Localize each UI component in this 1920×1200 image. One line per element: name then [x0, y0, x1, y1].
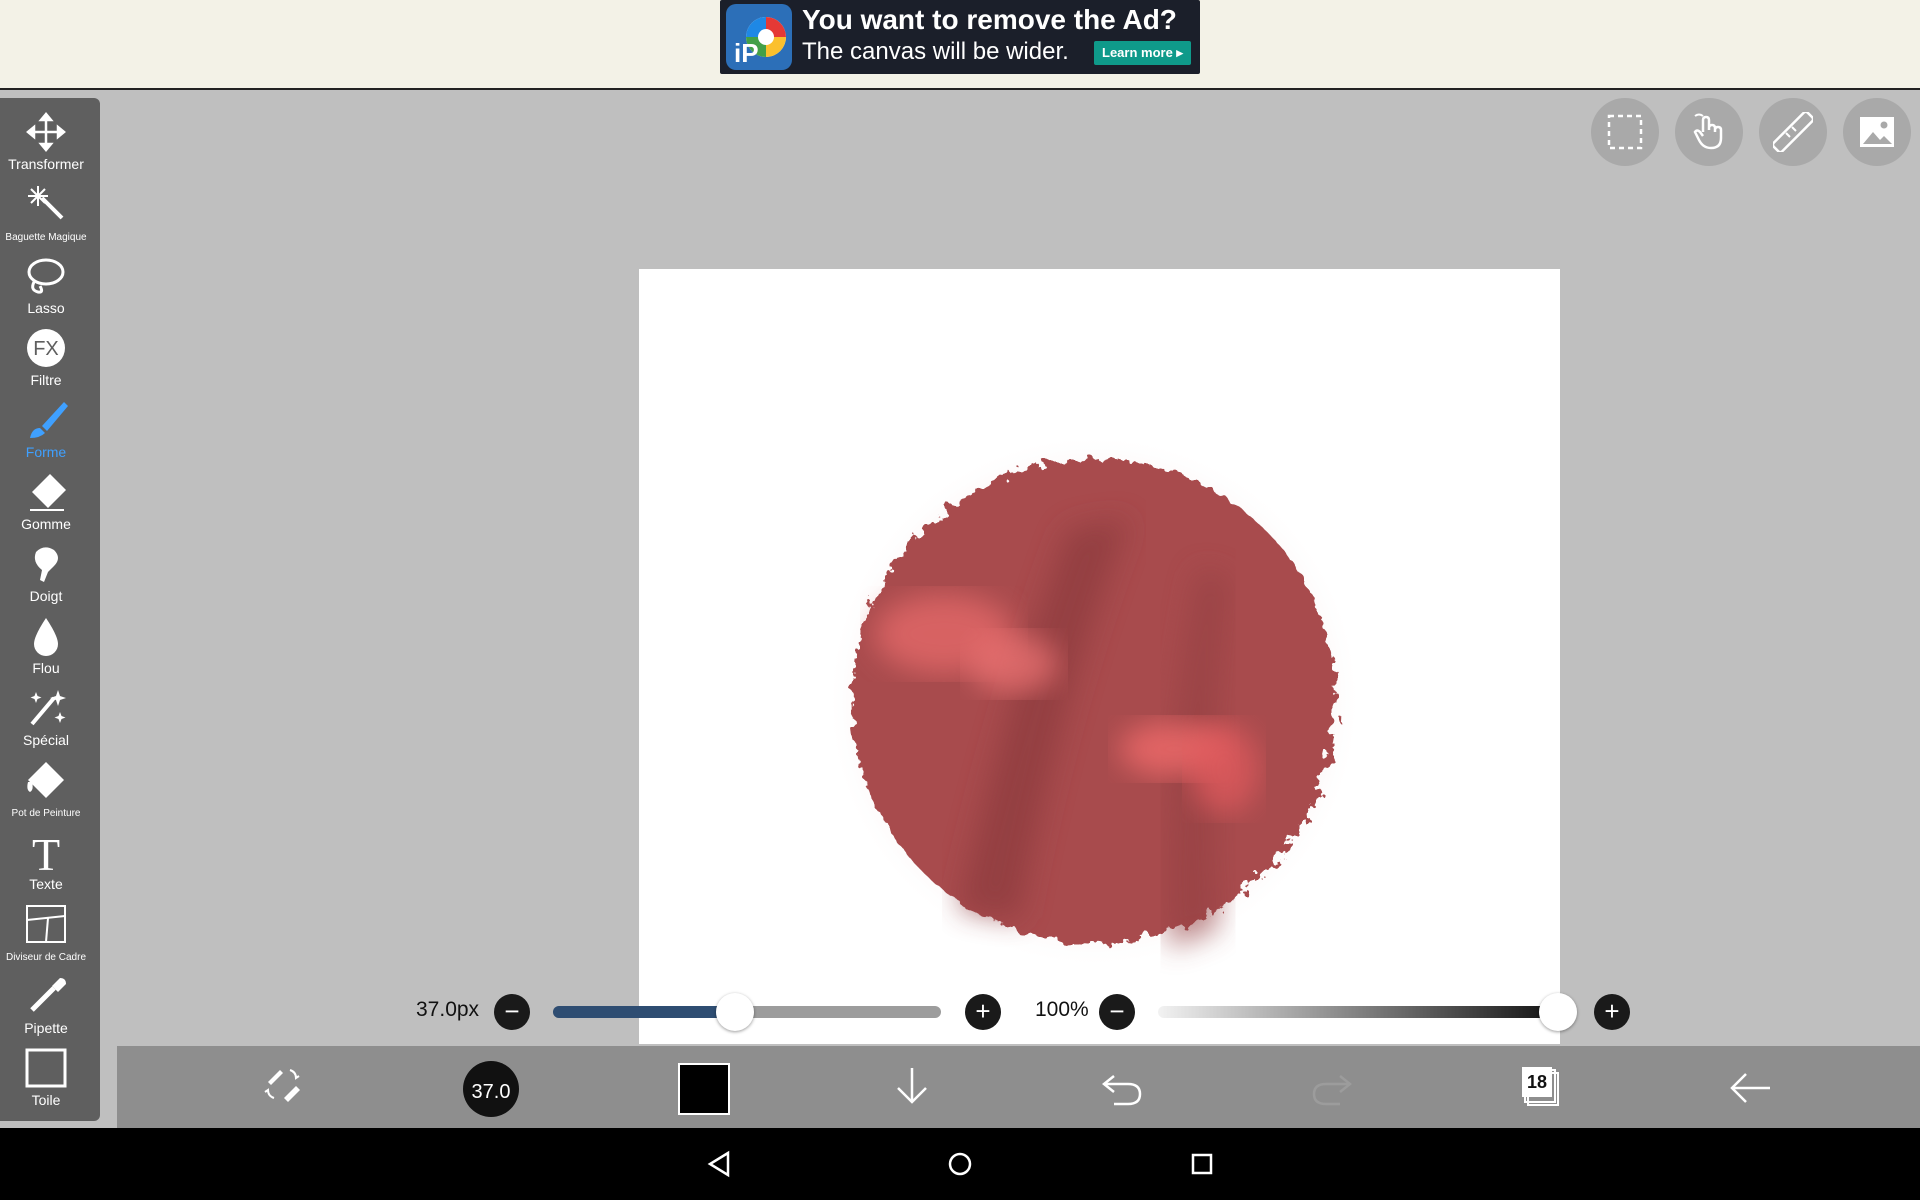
reference-image-button[interactable]: [1843, 98, 1911, 166]
tool-label: Pipette: [24, 1020, 68, 1036]
redo-button[interactable]: [1310, 1068, 1354, 1108]
eyedropper-icon: [30, 978, 66, 1012]
brush-icon: [30, 402, 68, 438]
tool-label: Spécial: [23, 732, 69, 748]
brush-size-fill: [553, 1006, 736, 1018]
tool-label: Transformer: [8, 156, 84, 172]
tool-frame-divider[interactable]: Diviseur de Cadre: [0, 902, 92, 972]
minus-icon: −: [504, 996, 520, 1026]
fx-glyph: FX: [33, 338, 59, 360]
tool-gomme[interactable]: Gomme: [0, 470, 92, 540]
tool-doigt[interactable]: Doigt: [0, 542, 92, 612]
eraser-icon: [30, 474, 66, 511]
layers-button[interactable]: 18: [1520, 1065, 1560, 1107]
tool-label: Forme: [25, 444, 67, 460]
tool-sidebar: Transformer Baguette Magique Lasso FX Fi…: [0, 98, 100, 1121]
tool-label: Diviseur de Cadre: [5, 952, 87, 963]
tool-label: Gomme: [21, 516, 71, 532]
plus-icon: +: [975, 996, 991, 1026]
finger-icon: [34, 547, 58, 582]
tool-magic-wand[interactable]: Baguette Magique: [0, 182, 92, 252]
tool-label: Doigt: [29, 588, 63, 604]
selection-button[interactable]: [1591, 98, 1659, 166]
opacity-increase-button[interactable]: +: [1594, 994, 1630, 1030]
sparkle-icon: [30, 690, 66, 726]
size-increase-button[interactable]: +: [965, 994, 1001, 1030]
painted-red-circle: [826, 433, 1362, 969]
tool-toile[interactable]: Toile: [0, 1046, 92, 1116]
brush-preview[interactable]: 37.0: [463, 1061, 519, 1117]
swap-tool-icon: [264, 1069, 300, 1102]
move-icon: [26, 112, 66, 152]
swap-tool-button[interactable]: [262, 1064, 302, 1104]
canvas-icon: [25, 1048, 67, 1088]
drawing-canvas[interactable]: [639, 269, 1560, 1044]
plus-icon: +: [1604, 996, 1620, 1026]
lasso-icon: [27, 258, 65, 294]
system-navigation-bar: [0, 1128, 1920, 1200]
ruler-button[interactable]: [1759, 98, 1827, 166]
nav-home-icon[interactable]: [946, 1150, 974, 1178]
tool-transformer[interactable]: Transformer: [0, 110, 92, 180]
tool-label: Pot de Peinture: [11, 808, 81, 819]
bottom-toolbar: [117, 1046, 1920, 1128]
back-button[interactable]: [1728, 1066, 1772, 1110]
layers-count: 18: [1522, 1067, 1552, 1097]
undo-button[interactable]: [1100, 1068, 1144, 1108]
fx-icon: FX: [27, 329, 65, 367]
hand-icon: [1693, 113, 1723, 150]
tool-label: Filtre: [30, 372, 62, 388]
paint-bucket-icon: [27, 762, 64, 798]
ad-logo-text: iP: [734, 38, 759, 68]
frame-divider-icon: [26, 905, 66, 943]
ruler-icon: [1773, 112, 1813, 152]
tool-flou[interactable]: Flou: [0, 614, 92, 684]
opacity-decrease-button[interactable]: −: [1099, 994, 1135, 1030]
opacity-slider[interactable]: [1158, 1006, 1558, 1018]
download-icon: [897, 1068, 927, 1104]
image-icon: [1860, 117, 1894, 147]
tool-pipette[interactable]: Pipette: [0, 974, 92, 1044]
nav-recents-icon[interactable]: [1188, 1150, 1216, 1178]
ad-banner[interactable]: iP You want to remove the Ad? The canvas…: [720, 0, 1200, 74]
back-arrow-icon: [1730, 1073, 1770, 1103]
tool-label: Baguette Magique: [5, 232, 87, 243]
tool-label: Toile: [31, 1092, 61, 1108]
tool-label: Texte: [29, 876, 63, 892]
ad-subtitle: The canvas will be wider.: [802, 38, 1069, 65]
size-decrease-button[interactable]: −: [494, 994, 530, 1030]
tool-label: Lasso: [27, 300, 65, 316]
selection-icon: [1607, 114, 1643, 150]
magic-wand-icon: [28, 186, 64, 220]
tool-filtre[interactable]: FX Filtre: [0, 326, 92, 396]
tool-lasso[interactable]: Lasso: [0, 254, 92, 324]
nav-back-icon[interactable]: [706, 1150, 734, 1178]
blur-drop-icon: [34, 618, 58, 656]
hand-button[interactable]: [1675, 98, 1743, 166]
text-icon: T: [32, 832, 60, 872]
tool-special[interactable]: Spécial: [0, 686, 92, 756]
opacity-value: 100%: [1035, 998, 1089, 1021]
undo-icon: [1101, 1075, 1142, 1106]
learn-more-button[interactable]: Learn more ▸: [1094, 41, 1191, 65]
ad-title: You want to remove the Ad?: [802, 4, 1177, 35]
redo-icon: [1312, 1075, 1353, 1106]
tool-label: Flou: [32, 660, 60, 676]
tool-paint-bucket[interactable]: Pot de Peinture: [0, 758, 92, 828]
brush-size-value: 37.0px: [416, 998, 480, 1021]
tool-texte[interactable]: T Texte: [0, 830, 92, 900]
download-button[interactable]: [892, 1064, 932, 1108]
brush-preview-label: 37.0: [471, 1081, 511, 1103]
text-glyph: T: [32, 832, 60, 872]
minus-icon: −: [1109, 996, 1125, 1026]
ibispaint-logo-icon: iP: [726, 4, 792, 70]
opacity-handle[interactable]: [1539, 993, 1577, 1031]
tool-forme[interactable]: Forme: [0, 398, 92, 468]
color-swatch[interactable]: [678, 1063, 730, 1115]
